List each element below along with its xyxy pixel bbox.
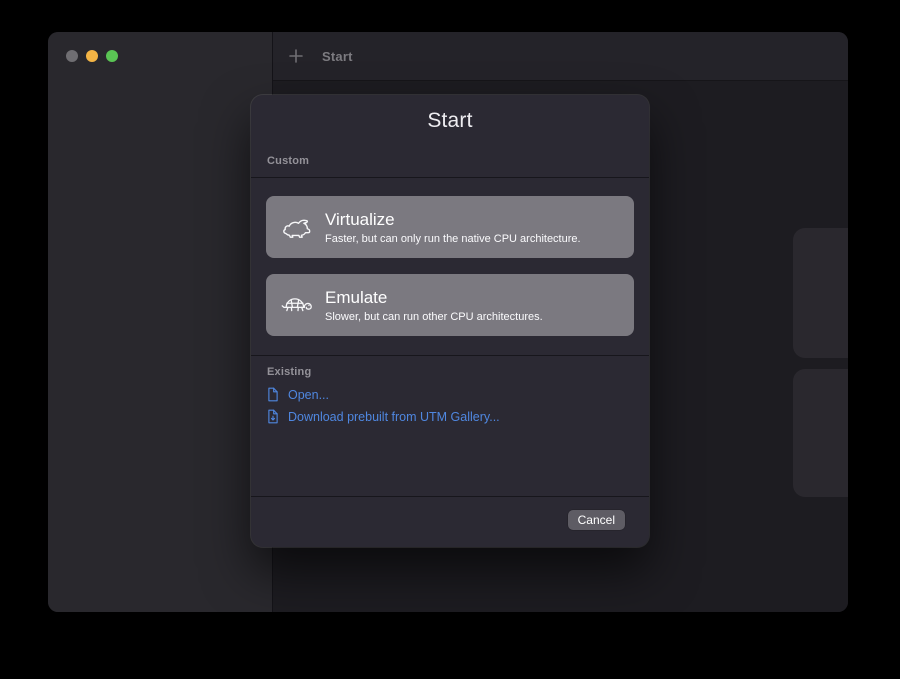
download-prebuilt-link[interactable]: Download prebuilt from UTM Gallery... — [267, 409, 500, 424]
option-subtitle: Faster, but can only run the native CPU … — [325, 232, 581, 245]
option-subtitle: Slower, but can run other CPU architectu… — [325, 310, 543, 323]
start-sheet: Start Custom Virtualize Faster, but can … — [251, 95, 649, 547]
option-text: Emulate Slower, but can run other CPU ar… — [325, 288, 543, 323]
toolbar-title: Start — [322, 48, 353, 64]
welcome-card-gallery[interactable]: Gallery — [793, 228, 848, 358]
close-window-button[interactable] — [66, 50, 78, 62]
hare-icon — [279, 215, 317, 239]
tortoise-icon — [279, 294, 317, 317]
toolbar: Start — [273, 32, 848, 81]
document-download-icon — [267, 409, 279, 424]
divider — [251, 496, 649, 497]
document-icon — [267, 387, 279, 402]
existing-section-label: Existing — [267, 366, 312, 378]
emulate-button[interactable]: Emulate Slower, but can run other CPU ar… — [266, 274, 634, 336]
zoom-window-button[interactable] — [106, 50, 118, 62]
option-title: Virtualize — [325, 209, 395, 229]
open-link-label: Open... — [288, 387, 329, 402]
desktop: { "window": { "toolbar": { "title": "Sta… — [0, 0, 900, 679]
option-title: Emulate — [325, 287, 388, 307]
download-prebuilt-link-label: Download prebuilt from UTM Gallery... — [288, 409, 500, 424]
divider — [251, 177, 649, 178]
cancel-button[interactable]: Cancel — [567, 510, 625, 530]
divider — [251, 355, 649, 356]
option-text: Virtualize Faster, but can only run the … — [325, 210, 581, 245]
minimize-window-button[interactable] — [86, 50, 98, 62]
virtualize-button[interactable]: Virtualize Faster, but can only run the … — [266, 196, 634, 258]
plus-icon[interactable] — [289, 49, 303, 63]
app-window: Start Gallery t Start Custom Virtualize … — [48, 32, 848, 612]
sheet-title: Start — [427, 109, 473, 132]
vm-sidebar — [48, 32, 272, 612]
custom-section-label: Custom — [267, 155, 310, 167]
window-controls — [48, 32, 272, 62]
welcome-card-support[interactable]: t — [793, 369, 848, 497]
open-link[interactable]: Open... — [267, 387, 329, 402]
